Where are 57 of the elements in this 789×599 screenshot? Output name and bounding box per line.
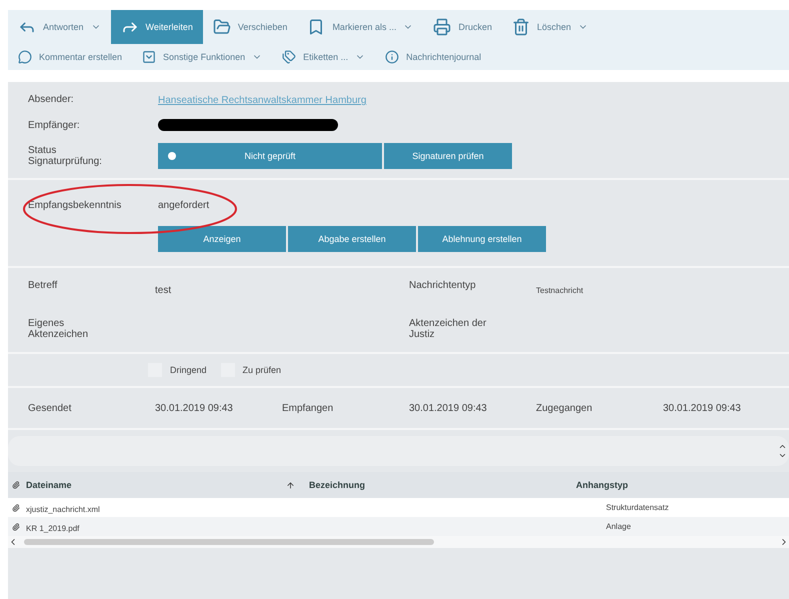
- folder-icon: [212, 18, 231, 36]
- column-header[interactable]: Anhangstyp: [576, 480, 789, 490]
- field-label: Status Signaturprüfung:: [28, 145, 103, 167]
- field-label: Empfangen: [282, 402, 334, 414]
- scrollbar-thumb[interactable]: [24, 539, 434, 545]
- toolbar-button[interactable]: Weiterleiten: [110, 10, 203, 44]
- field-label: Empfänger:: [28, 120, 81, 130]
- paperclip-icon: [12, 504, 20, 512]
- receipt-button[interactable]: Anzeigen: [158, 226, 286, 252]
- status-dot: [168, 152, 176, 160]
- checkbox-label: Zu prüfen: [242, 365, 282, 375]
- search-field[interactable]: [8, 436, 789, 466]
- tags-icon: [282, 50, 296, 64]
- column-header[interactable]: Dateiname: [26, 480, 286, 490]
- date-value: 30.01.2019 09:43: [663, 402, 742, 414]
- field-label: Empfangsbekenntnis: [28, 200, 122, 210]
- field-label: Aktenzeichen der Justiz: [409, 318, 488, 340]
- toolbar-button[interactable]: Sonstige Funktionen: [132, 44, 272, 70]
- field-label: Nachrichtentyp: [409, 280, 477, 291]
- field-label: Betreff: [28, 280, 58, 291]
- toolbar-button[interactable]: Verschieben: [202, 10, 298, 44]
- toolbar-button[interactable]: Drucken: [423, 10, 502, 44]
- field-label: Absender:: [28, 94, 75, 104]
- toolbar-button[interactable]: Markieren als ...: [297, 10, 424, 44]
- date-value: 30.01.2019 09:43: [409, 402, 488, 414]
- toolbar-button[interactable]: Nachrichtenjournal: [375, 44, 492, 70]
- toolbar-button[interactable]: Kommentar erstellen: [8, 44, 132, 70]
- toolbar-button[interactable]: Antworten: [8, 10, 111, 44]
- square-caret-icon: [142, 50, 156, 64]
- checkbox-label: Dringend: [170, 365, 207, 375]
- column-header[interactable]: Bezeichnung: [309, 480, 366, 490]
- check-signature-button[interactable]: Signaturen prüfen: [384, 143, 512, 169]
- receipt-button[interactable]: Ablehnung erstellen: [418, 226, 546, 252]
- field-label: Zugegangen: [536, 402, 594, 414]
- date-value: 30.01.2019 09:43: [155, 402, 234, 414]
- paperclip-icon: [12, 481, 20, 489]
- status-button[interactable]: Nicht geprüft: [158, 143, 382, 169]
- toolbar-button[interactable]: Löschen: [502, 10, 598, 44]
- field-value: test: [155, 285, 172, 296]
- speech-bubble-icon: [18, 50, 32, 64]
- sort-icon: [286, 480, 295, 490]
- table-cell-text: Anlage: [606, 522, 632, 531]
- spinner-icon: [778, 442, 787, 460]
- field-value: angefordert: [158, 200, 210, 210]
- toolbar-button[interactable]: Etiketten ...: [272, 44, 376, 70]
- table-cell: KR 1_2019.pdf: [26, 524, 80, 532]
- info-icon: [385, 50, 400, 64]
- trash-icon: [512, 18, 530, 36]
- table-cell-text: Strukturdatensatz: [606, 503, 670, 512]
- sender-link[interactable]: Hanseatische Rechtsanwaltskammer Hamburg: [158, 95, 366, 106]
- field-label: Eigenes Aktenzeichen: [28, 318, 90, 340]
- field-value: Testnachricht: [536, 286, 584, 295]
- table-cell: xjustiz_nachricht.xml: [26, 504, 100, 514]
- paperclip-icon: [12, 522, 20, 530]
- printer-icon: [433, 18, 452, 36]
- field-label: Gesendet: [28, 402, 72, 414]
- receipt-button[interactable]: Abgabe erstellen: [288, 226, 416, 252]
